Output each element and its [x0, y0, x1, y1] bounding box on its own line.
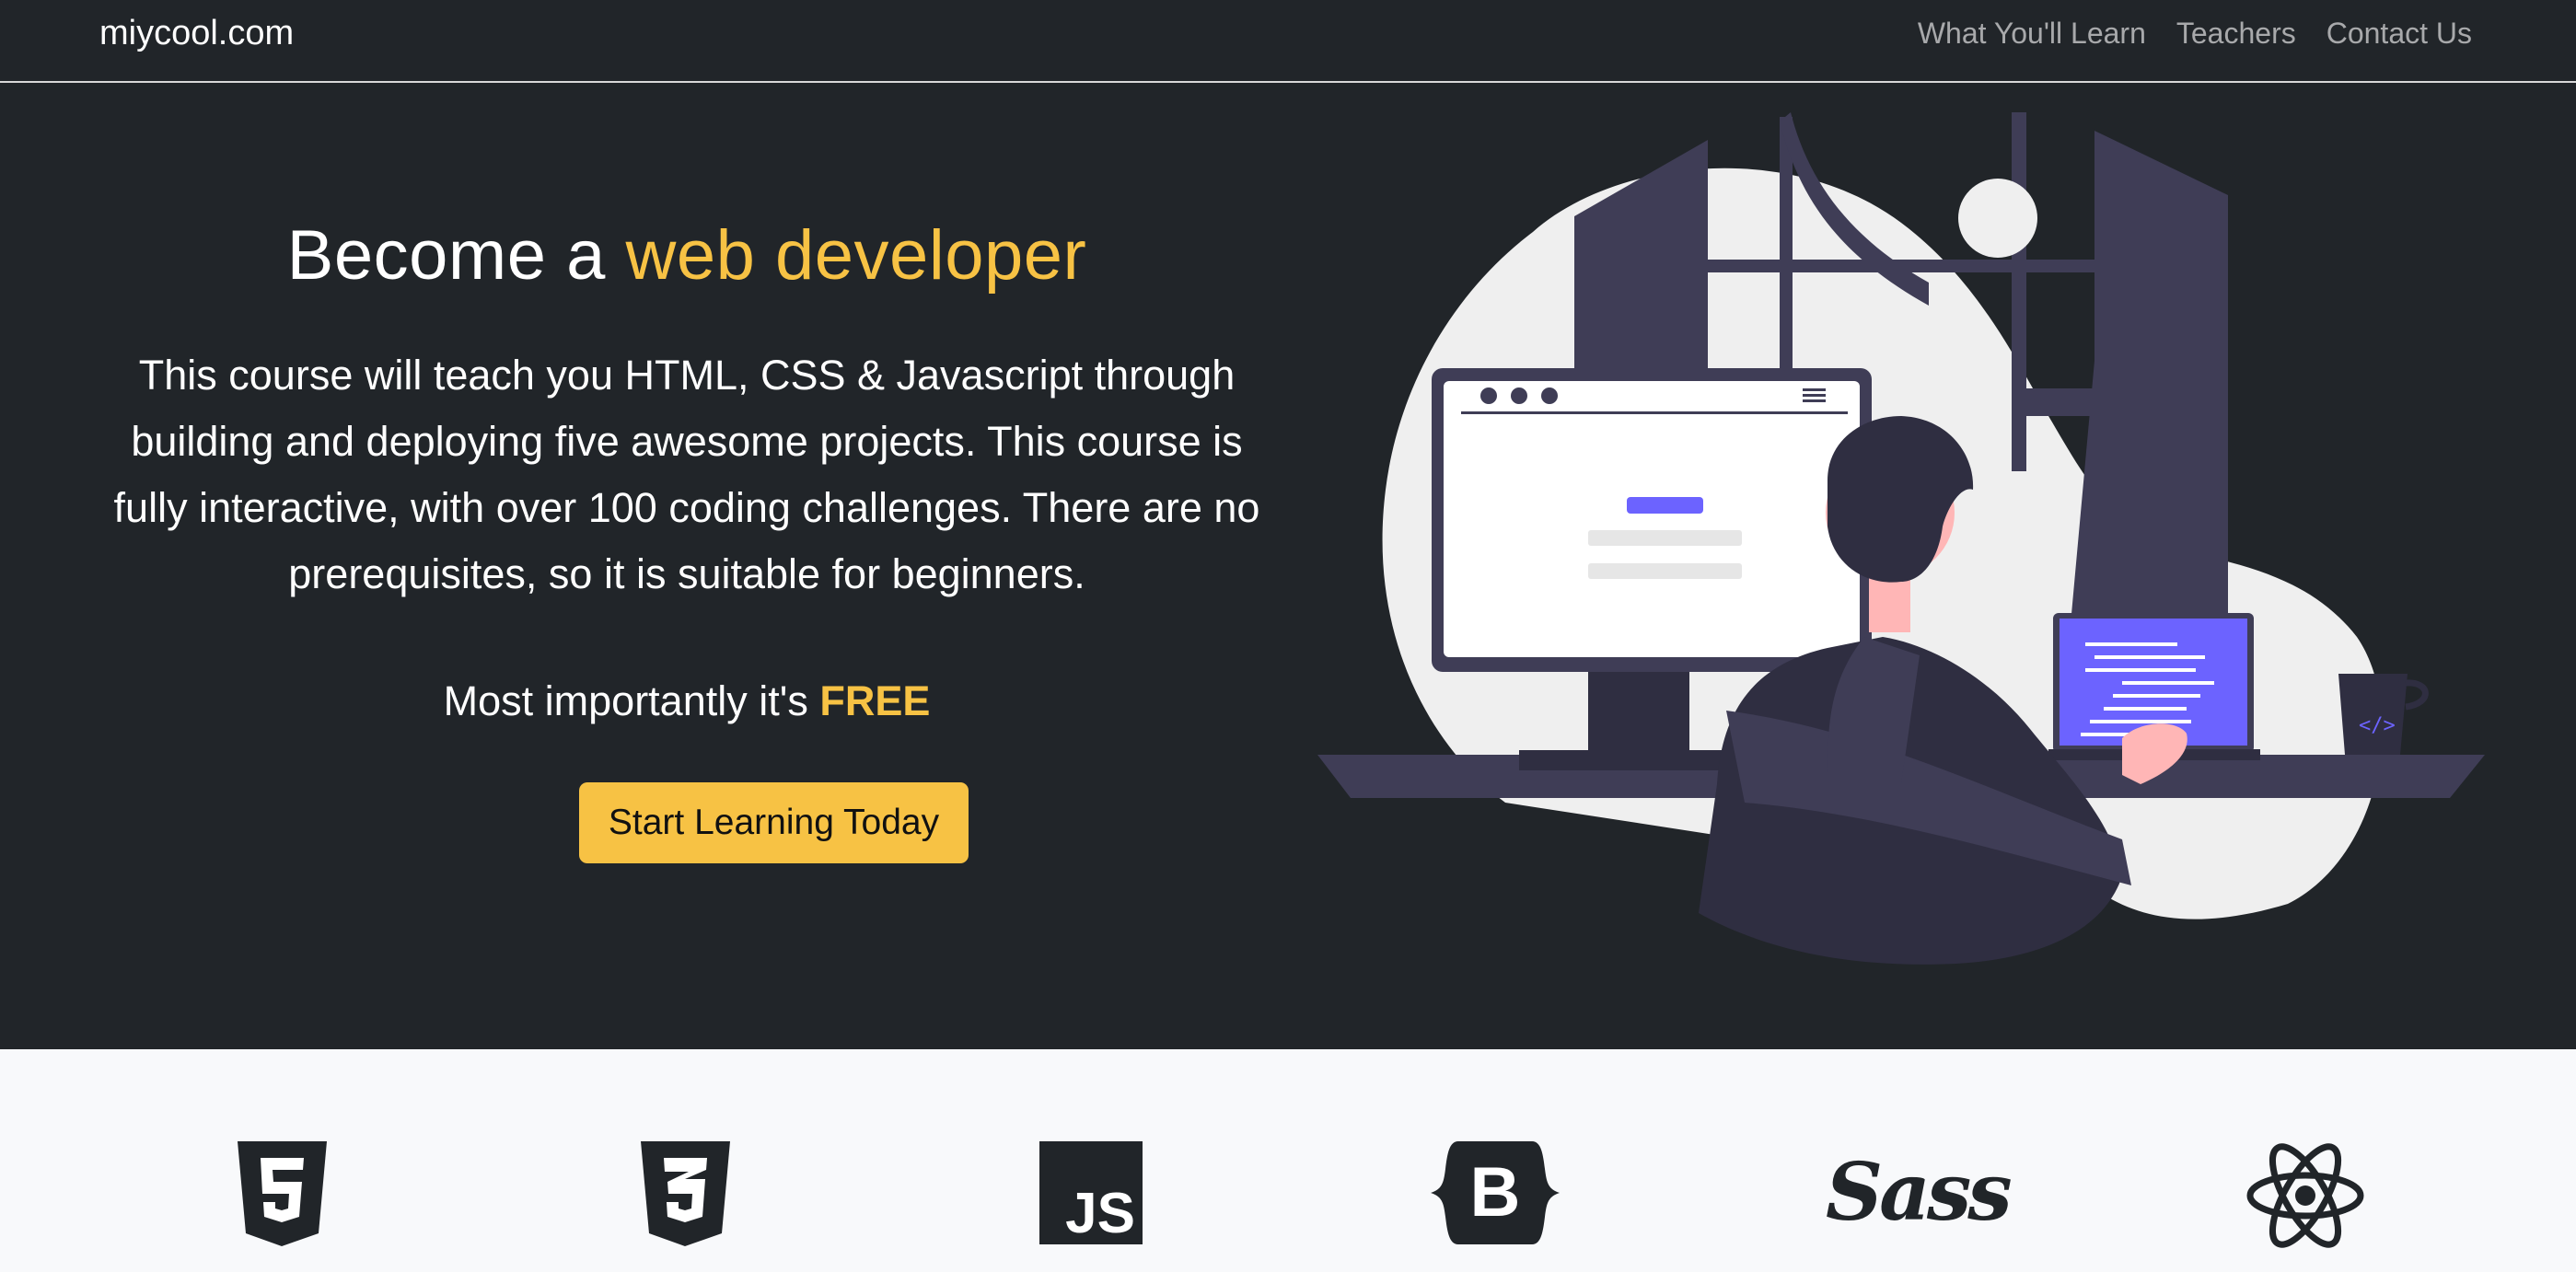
nav-link-contact-us[interactable]: Contact Us	[2327, 13, 2472, 53]
screen-purple-bar	[1627, 497, 1703, 514]
screen-grey-bar-1	[1588, 530, 1742, 546]
monitor-screen	[1444, 381, 1860, 657]
browser-dot-3	[1541, 387, 1558, 404]
bootstrap-icon-label: B	[1469, 1153, 1521, 1232]
window-ledge	[2021, 388, 2141, 416]
window-bar-vertical-2	[2012, 112, 2026, 471]
javascript-icon-label: JS	[1065, 1182, 1135, 1245]
hero-section: Become a web developer This course will …	[0, 85, 2576, 1049]
sass-icon: Sass	[1826, 1138, 2013, 1248]
hero-title: Become a web developer	[88, 212, 1285, 300]
browser-divider	[1461, 411, 1848, 414]
hero-description: This course will teach you HTML, CSS & J…	[113, 352, 1260, 597]
nav-links: What You'll Learn Teachers Contact Us	[1918, 13, 2472, 53]
bootstrap-icon: B	[1431, 1141, 1560, 1244]
browser-menu-line-1	[1803, 388, 1826, 391]
developer-illustration: </>	[1317, 112, 2485, 965]
browser-menu-line-2	[1803, 394, 1826, 397]
hero-free-prefix: Most importantly it's	[443, 677, 820, 724]
css3-icon	[641, 1141, 730, 1246]
window-bar-horizontal	[1708, 260, 2141, 272]
hero-free-line: Most importantly it's FREE	[88, 674, 1285, 729]
nav-link-teachers[interactable]: Teachers	[2176, 13, 2296, 53]
react-icon	[2246, 1143, 2364, 1248]
javascript-icon: JS	[1039, 1141, 1143, 1244]
nav-link-what-youll-learn[interactable]: What You'll Learn	[1918, 13, 2146, 53]
hero-free-word: FREE	[819, 677, 931, 724]
mug-handle	[2405, 679, 2429, 711]
browser-dot-2	[1511, 387, 1527, 404]
monitor-stand	[1588, 660, 1689, 752]
browser-dot-1	[1480, 387, 1497, 404]
browser-menu-line-3	[1803, 399, 1826, 402]
navbar: miycool.com What You'll Learn Teachers C…	[0, 0, 2576, 83]
window-frame-left	[1574, 140, 1708, 379]
hero-title-prefix: Become a	[286, 216, 626, 295]
screen-grey-bar-2	[1588, 563, 1742, 579]
html5-icon	[238, 1141, 327, 1246]
moon-circle	[1958, 179, 2037, 258]
sass-icon-label: Sass	[1826, 1146, 2013, 1239]
brand-logo-link[interactable]: miycool.com	[99, 13, 294, 53]
mug-code-symbol: </>	[2359, 714, 2396, 737]
tech-icons-strip: JS B Sass	[0, 1049, 2576, 1272]
start-learning-button[interactable]: Start Learning Today	[579, 782, 969, 863]
hero-title-accent: web developer	[625, 216, 1087, 295]
